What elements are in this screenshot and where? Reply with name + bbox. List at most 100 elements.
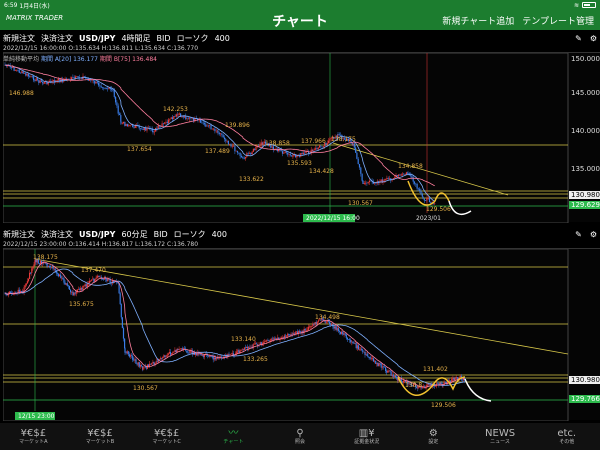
chart1-candle-select[interactable]: ローソク (177, 33, 209, 44)
chart2-price-annotation: 129.506 (431, 402, 456, 409)
chart1-frame (3, 53, 569, 223)
chart1-candle (361, 173, 363, 182)
chart1-timeframe-select[interactable]: 4時間足 (121, 33, 150, 44)
chart1-price-annotation: 137.654 (127, 146, 152, 153)
status-time: 6:59 (4, 1, 18, 9)
chart2-toolbar: 新規注文 決済注文 USD/JPY 60分足 BID ローソク 400 ✎ ⚙ (0, 227, 600, 241)
chart1-price-annotation: 138.175 (331, 136, 356, 143)
chart1-year-label: 2023/01 (416, 215, 441, 222)
chart1-price-annotation: 146.988 (9, 90, 34, 97)
tab-icon: ¥€$£ (20, 427, 47, 439)
chart2-axis-label: 129.766 (571, 395, 600, 403)
chart2-settle-order-button[interactable]: 決済注文 (41, 229, 73, 240)
chart2-bid-select[interactable]: BID (154, 230, 168, 239)
tab-label: ニュース (490, 438, 510, 445)
tab-icon: NEWS (485, 427, 516, 439)
wifi-icon: ≋ (573, 1, 579, 9)
chart1-price-annotation: 134.858 (398, 163, 423, 170)
chart2-price-annotation: 137.470 (81, 267, 106, 274)
tab-label: その他 (559, 438, 575, 445)
status-bar: 6:59 1月4日(水) ≋ (0, 0, 600, 10)
add-chart-button[interactable]: 新規チャート追加 (442, 14, 514, 27)
tab-label: 設定 (428, 438, 439, 445)
chart2-candle (120, 303, 122, 320)
chart2-price-annotation: 131.402 (423, 366, 448, 373)
bottom-tab-bar: ¥€$£ マーケットA ¥€$£ マーケットB ¥€$£ マーケットC 〰チャート ⚲ 照会 ▥¥… (0, 423, 600, 450)
chart2-price-annotation: 130.567 (133, 385, 158, 392)
chart2-candle (68, 285, 71, 291)
status-date: 1月4日(水) (19, 2, 50, 10)
tab-6[interactable]: ▥¥ 証拠金状況 (333, 423, 400, 450)
chart1-area[interactable]: 146.988 142.253 137.654 139.896 137.489 138.8… (3, 52, 600, 223)
tab-icon: ▥¥ (358, 427, 375, 439)
chart1-axis-label: 130.980 (571, 191, 600, 199)
tab-icon: ⚲ (296, 427, 304, 439)
chart1-axis-label: 150.000 (571, 55, 600, 63)
chart2-candle (119, 291, 121, 305)
chart2-candle-select[interactable]: ローソク (174, 229, 206, 240)
chart1-pair-select[interactable]: USD/JPY (79, 34, 115, 43)
chart1-price-annotation: 133.622 (239, 176, 264, 183)
chart2-price-annotation: 133.265 (243, 356, 268, 363)
chart2-price-annotation: 134.498 (315, 314, 340, 321)
chart2-price-annotation: 133.140 (231, 336, 256, 343)
chart1-axis-label: 140.000 (571, 127, 600, 135)
chart1-count-select[interactable]: 400 (215, 34, 230, 43)
chart1-price-annotation: 142.253 (163, 106, 188, 113)
tab-7[interactable]: ⚙ 設定 (400, 423, 467, 450)
tab-label: マーケットC (152, 438, 181, 445)
chart1-price-annotation: 130.567 (348, 200, 373, 207)
chart1-price-annotation: 139.896 (225, 122, 250, 129)
chart2-pair-select[interactable]: USD/JPY (79, 230, 115, 239)
pencil-icon[interactable]: ✎ (575, 230, 582, 239)
chart1-cursor-date: 2022/12/15 16:00 (306, 215, 360, 222)
chart1-settle-order-button[interactable]: 決済注文 (41, 33, 73, 44)
tab-4[interactable]: 〰チャート (200, 423, 267, 450)
tab-icon: 〰 (228, 427, 239, 439)
chart2-candle (121, 317, 123, 329)
tab-5[interactable]: ⚲ 照会 (267, 423, 334, 450)
chart1-price-annotation: 138.858 (265, 140, 290, 147)
nav-bar: MATRIX TRADER チャート 新規チャート追加 テンプレート管理 (0, 10, 600, 30)
template-manage-button[interactable]: テンプレート管理 (522, 14, 594, 27)
chart1-ma-legend: 単純移動平均 期間 A[20] 136.177 期間 B[75] 136.484 (3, 54, 157, 63)
chart1-price-annotation: 137.966 (301, 138, 326, 145)
chart1-ma-b-value: 期間 B[75] 136.484 (99, 56, 157, 63)
chart1-axis-label: 129.629 (571, 201, 600, 209)
tab-label: 照会 (295, 438, 306, 445)
chart2-area[interactable]: 138.175 137.470 135.675 133.140 133.265 134.4… (3, 248, 600, 421)
tab-icon: etc. (557, 427, 577, 439)
chart1-new-order-button[interactable]: 新規注文 (3, 33, 35, 44)
tab-3[interactable]: ¥€$£ マーケットC (133, 423, 200, 450)
chart2-price-annotation: 135.675 (69, 301, 94, 308)
chart2-new-order-button[interactable]: 新規注文 (3, 229, 35, 240)
chart1-candle (252, 148, 254, 152)
tab-2[interactable]: ¥€$£ マーケットB (67, 423, 134, 450)
chart1-candle (124, 121, 126, 127)
chart1-toolbar: 新規注文 決済注文 USD/JPY 4時間足 BID ローソク 400 ✎ ⚙ (0, 31, 600, 45)
gear-icon[interactable]: ⚙ (590, 230, 597, 239)
chart1-price-annotation: 129.506 (426, 206, 451, 213)
chart2-timeframe-select[interactable]: 60分足 (121, 229, 147, 240)
chart2-ohlc-info: 2022/12/15 23:00:00 O:136.414 H:136.817 … (3, 241, 199, 248)
chart2-candle (243, 347, 245, 351)
chart2-count-select[interactable]: 400 (212, 230, 227, 239)
pencil-icon[interactable]: ✎ (575, 34, 582, 43)
gear-icon[interactable]: ⚙ (590, 34, 597, 43)
tab-icon: ¥€$£ (87, 427, 113, 439)
chart1-bid-select[interactable]: BID (157, 34, 171, 43)
chart1-axis-label: 135.000 (571, 165, 600, 173)
chart1-price-annotation: 137.489 (205, 148, 230, 155)
tab-9[interactable]: etc. その他 (533, 423, 600, 450)
tab-8[interactable]: NEWS ニュース (467, 423, 534, 450)
tab-label: チャート (223, 438, 244, 445)
tab-1[interactable]: ¥€$£ マーケットA (0, 423, 67, 450)
tab-label: 証拠金状況 (354, 438, 380, 445)
chart1-svg: 146.988 142.253 137.654 139.896 137.489 138.8… (3, 53, 600, 223)
chart2-price-annotation: 130.8 (405, 382, 422, 389)
chart2-candle (363, 351, 365, 353)
chart1-ma-label: 単純移動平均 (3, 56, 40, 63)
battery-icon (582, 2, 596, 8)
chart2-axis-label: 130.980 (571, 376, 600, 384)
chart2-cursor-date: 12/15 23:00 (18, 413, 55, 420)
